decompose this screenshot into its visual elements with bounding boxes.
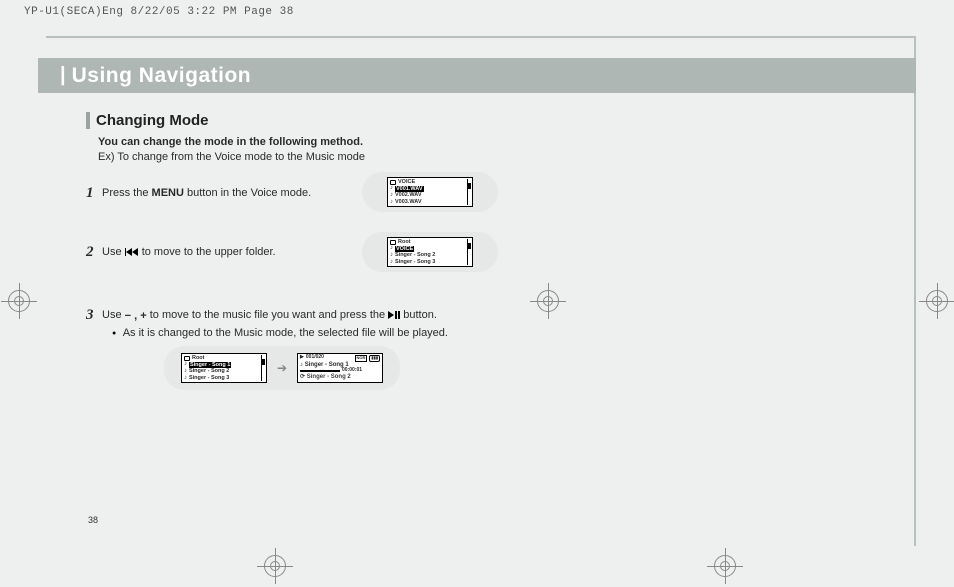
step-number: 3 [86, 307, 98, 324]
step-bullet: As it is changed to the Music mode, the … [112, 325, 886, 342]
folder-icon [390, 240, 396, 245]
lcd-row-label: V003.WAV [395, 199, 422, 205]
section-header: Changing Mode [86, 112, 886, 129]
lcd-row-label: Singer - Song 2 [395, 252, 435, 258]
music-note-icon [184, 361, 187, 368]
step-3: 3 Use − , + to move to the music file yo… [86, 307, 886, 342]
step-text-post: button in the Voice mode. [184, 187, 311, 199]
lcd-illustration-3: Root Singer - Song 1 Singer - Song 2 Sin… [164, 346, 400, 390]
music-note-icon [390, 252, 393, 259]
step-bullet-text: As it is changed to the Music mode, the … [123, 327, 448, 339]
lcd-scrollbar [467, 239, 471, 265]
section-note: You can change the mode in the following… [98, 135, 886, 165]
music-note-icon [390, 185, 393, 192]
step-number: 1 [86, 185, 98, 202]
lcd-screen: Root VOICE Singer - Song 2 Singer - Song… [387, 237, 473, 267]
step-text-post: button. [403, 309, 437, 321]
title-bar: | Using Navigation [48, 58, 916, 93]
lcd-next-track: Singer - Song 2 [307, 374, 351, 380]
lcd-illustration-2: Root VOICE Singer - Song 2 Singer - Song… [362, 232, 498, 272]
registration-mark-icon [714, 555, 736, 577]
step-text-pre: Use [102, 246, 125, 258]
section-note-example: Ex) To change from the Voice mode to the… [98, 150, 886, 165]
lcd-row-label: Singer - Song 3 [395, 259, 435, 265]
lcd-scrollbar [467, 179, 471, 205]
lcd-screen-right: ▶001/020NOR▮▮▮ ♪ Singer - Song 1 00:00:0… [297, 353, 383, 383]
lcd-counter: 001/020 [306, 355, 324, 361]
lcd-row-label: Singer - Song 1 [189, 362, 231, 368]
play-pause-icon [388, 311, 400, 319]
music-note-icon [184, 375, 187, 382]
step-text-pre: Press the [102, 187, 152, 199]
progress-bar-icon [300, 370, 340, 372]
step-text-pre: Use [102, 309, 125, 321]
step-text-bold: MENU [152, 187, 184, 199]
section-note-bold: You can change the mode in the following… [98, 135, 886, 150]
lcd-illustration-1: VOICE V001.WAV V002.WAV V003.WAV [362, 172, 498, 212]
registration-mark-icon [537, 290, 559, 312]
lcd-scrollbar [261, 355, 265, 381]
music-note-icon [390, 199, 393, 206]
step-number: 2 [86, 244, 98, 261]
page-number: 38 [88, 515, 98, 525]
title-background: | Using Navigation [48, 58, 916, 93]
minus-plus-icon: − , + [125, 308, 147, 325]
registration-mark-icon [8, 290, 30, 312]
step-text-mid: to move to the music file you want and p… [150, 309, 388, 321]
title-gutter [38, 58, 48, 93]
lcd-row-label: Singer - Song 2 [189, 368, 229, 374]
step-text-post: to move to the upper folder. [142, 246, 276, 258]
lcd-row-label: V002.WAV [395, 192, 422, 198]
lcd-row-label: VOICE [395, 246, 414, 252]
arrow-right-icon: ➔ [277, 361, 287, 375]
content-area: Changing Mode You can change the mode in… [86, 112, 886, 342]
music-note-icon [390, 245, 393, 252]
registration-mark-icon [264, 555, 286, 577]
section-accent-icon [86, 112, 90, 129]
music-note-icon: ♪ [300, 362, 303, 368]
music-note-icon [390, 192, 393, 199]
folder-icon [184, 356, 190, 361]
rewind-icon [125, 248, 139, 256]
pdf-page-meta: YP-U1(SECA)Eng 8/22/05 3:22 PM Page 38 [24, 6, 294, 18]
lcd-row-label: Singer - Song 3 [189, 375, 229, 381]
folder-icon [390, 180, 396, 185]
lcd-screen: VOICE V001.WAV V002.WAV V003.WAV [387, 177, 473, 207]
section-title: Changing Mode [96, 112, 209, 129]
music-note-icon [390, 259, 393, 266]
lcd-row-label: V001.WAV [395, 186, 424, 192]
title-pipe-icon: | [60, 64, 66, 87]
step-body: Use − , + to move to the music file you … [102, 307, 886, 342]
page-title: Using Navigation [72, 64, 252, 88]
music-note-icon [184, 368, 187, 375]
lcd-screen-left: Root Singer - Song 1 Singer - Song 2 Sin… [181, 353, 267, 383]
registration-mark-icon [926, 290, 948, 312]
